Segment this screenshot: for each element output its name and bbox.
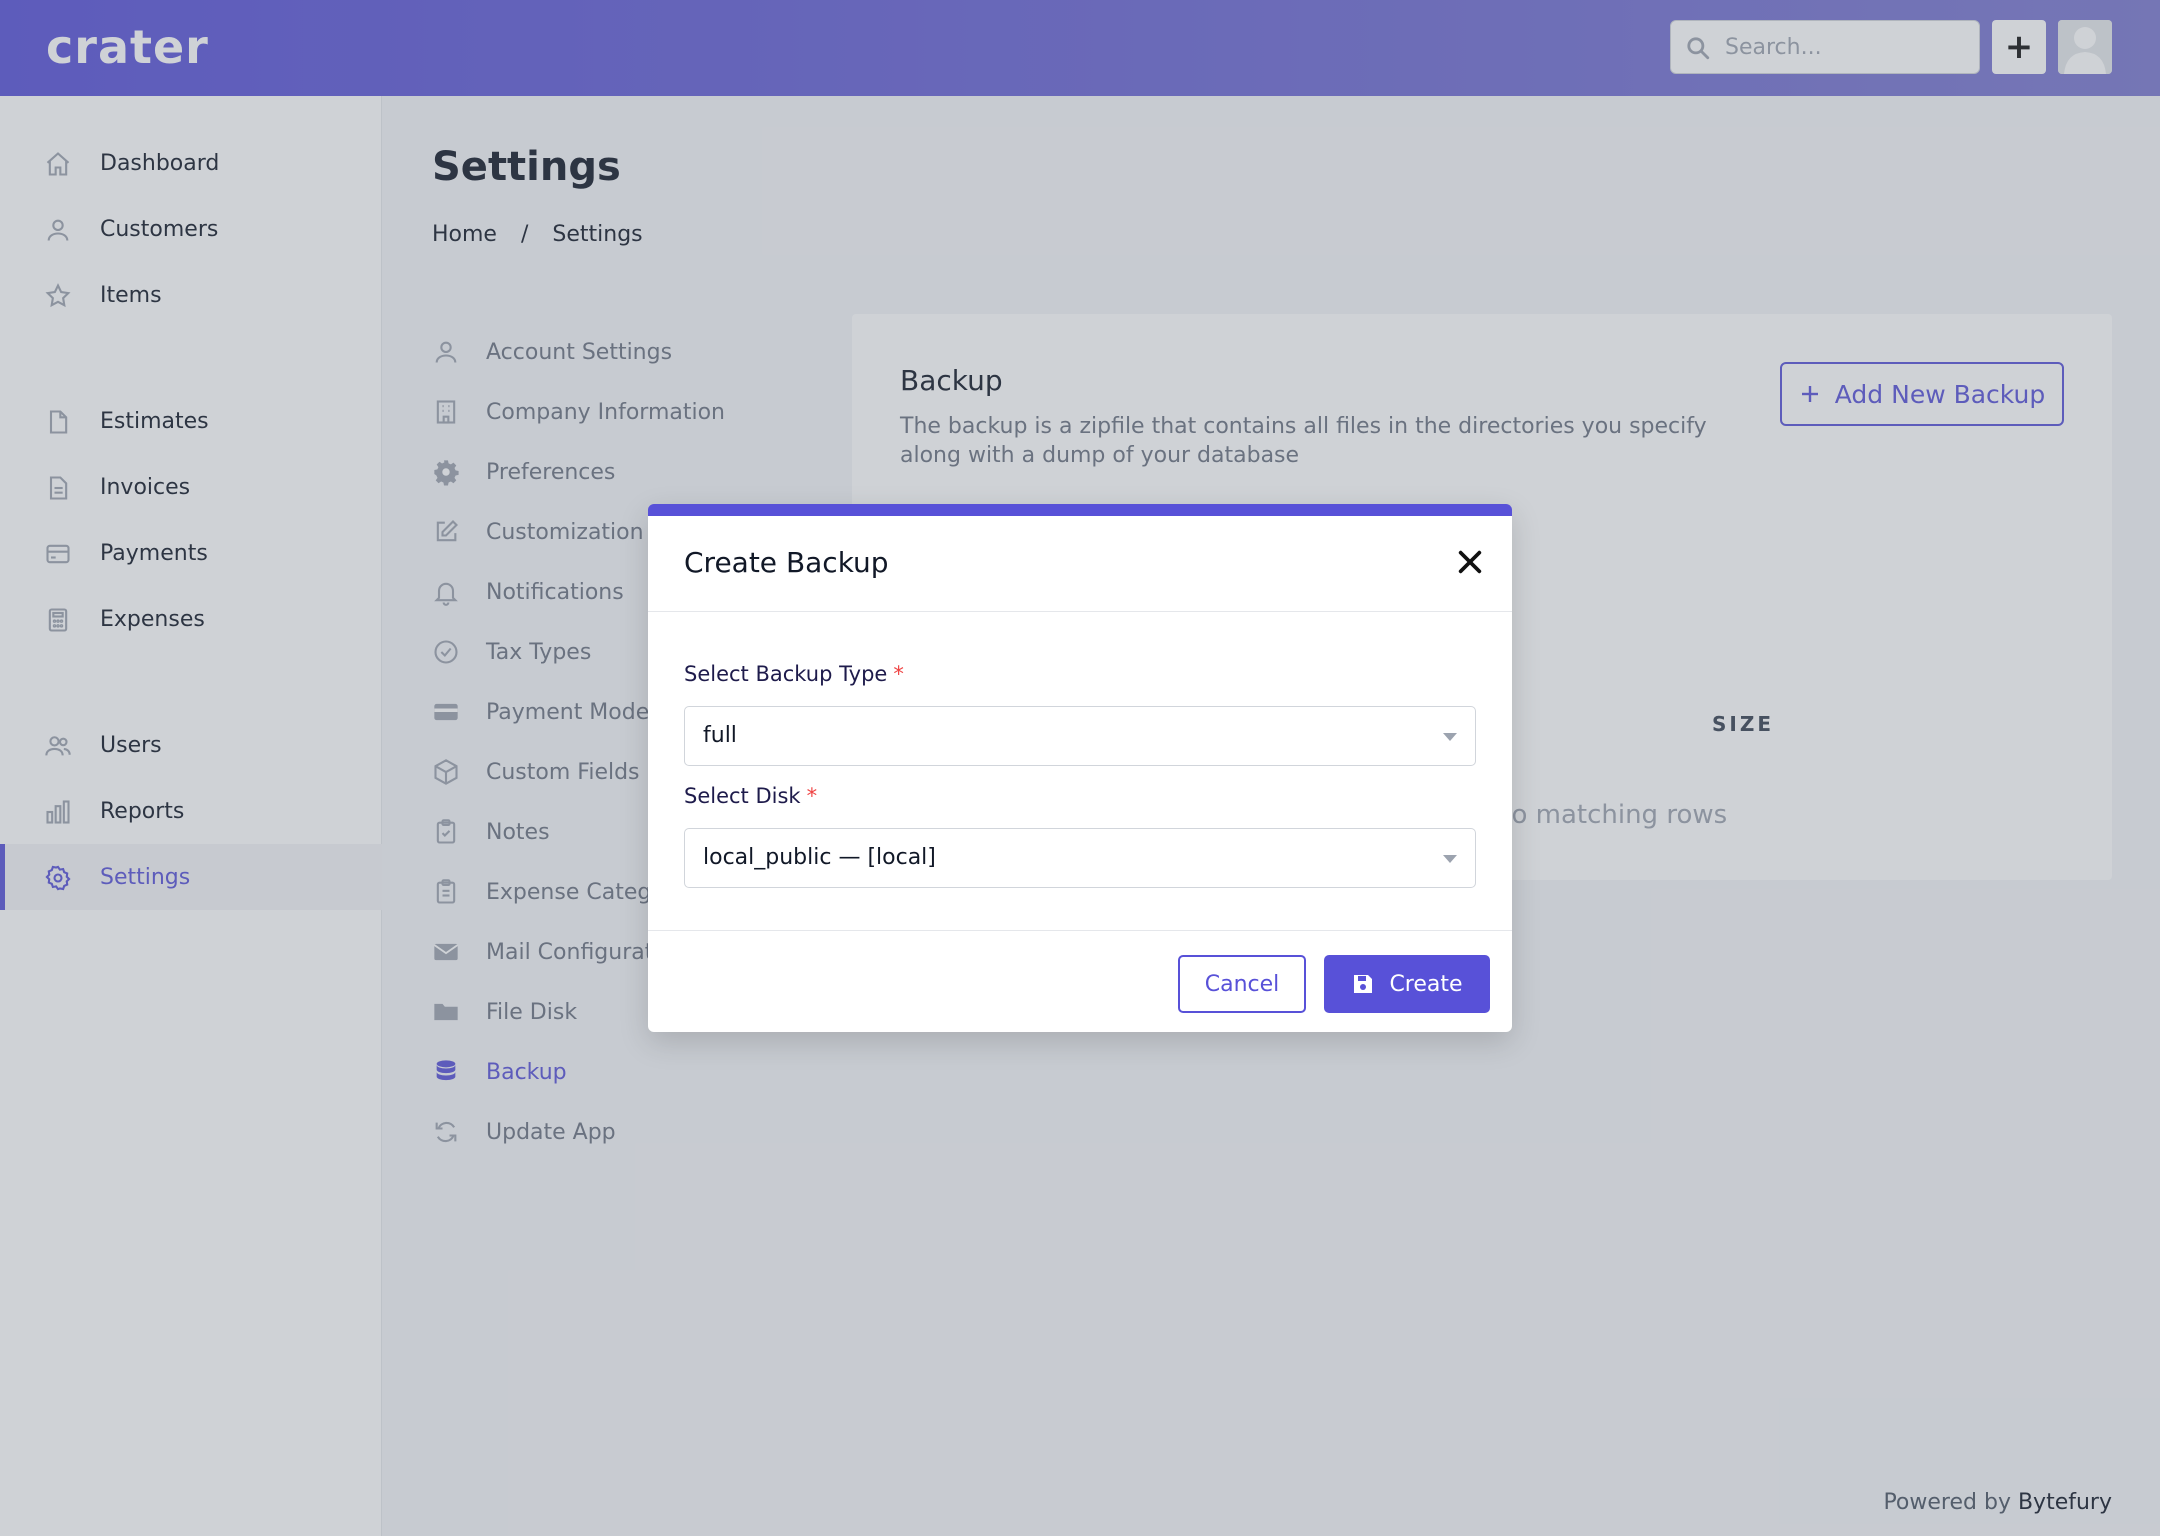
create-button-label: Create [1389, 971, 1463, 997]
cancel-button[interactable]: Cancel [1178, 955, 1306, 1013]
backup-type-label: Select Backup Type * [684, 662, 904, 686]
backup-type-label-text: Select Backup Type [684, 662, 888, 686]
disk-select[interactable]: local_public — [local] [684, 828, 1476, 888]
disk-label: Select Disk * [684, 784, 817, 808]
disk-value: local_public — [local] [703, 845, 936, 870]
required-mark: * [806, 784, 818, 808]
modal-header: Create Backup [648, 516, 1512, 612]
create-backup-modal: Create Backup Select Backup Type * full S… [648, 504, 1512, 1032]
disk-label-text: Select Disk [684, 784, 801, 808]
backup-type-select[interactable]: full [684, 706, 1476, 766]
modal-footer: Cancel Create [648, 930, 1512, 1044]
backup-type-value: full [703, 723, 737, 748]
chevron-down-icon [1443, 733, 1457, 741]
modal-title: Create Backup [684, 546, 889, 579]
create-button[interactable]: Create [1324, 955, 1490, 1013]
required-mark: * [893, 662, 904, 686]
chevron-down-icon [1443, 855, 1457, 863]
save-icon [1354, 975, 1373, 993]
close-icon[interactable] [1454, 546, 1486, 578]
